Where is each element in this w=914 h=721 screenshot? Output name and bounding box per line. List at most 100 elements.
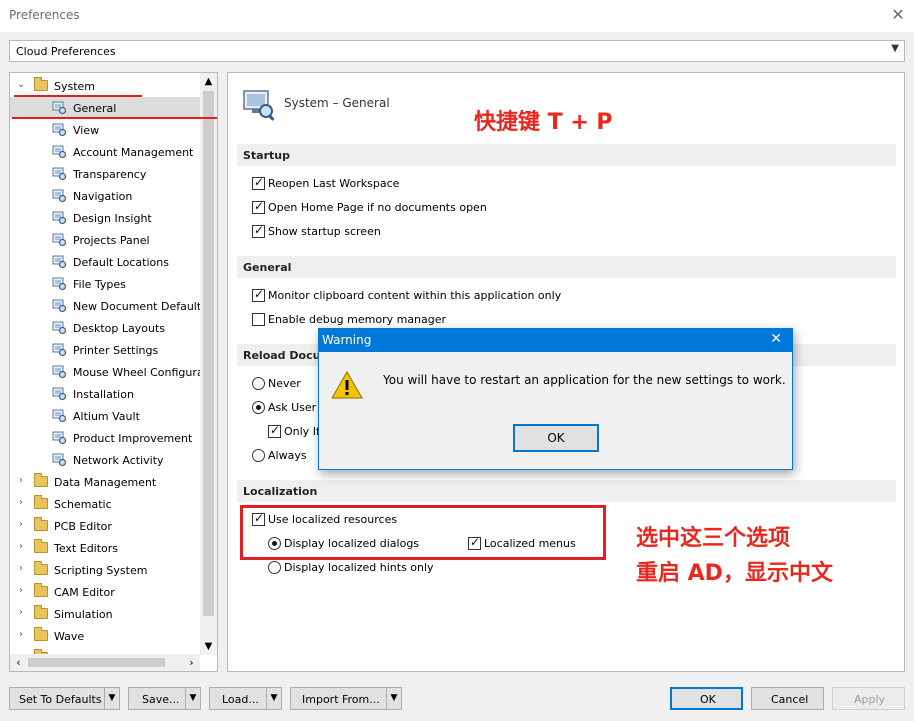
radio-circle[interactable] — [252, 401, 265, 414]
chevron-right-icon[interactable]: › — [16, 607, 26, 618]
checkbox-box[interactable] — [252, 199, 265, 214]
preferences-page-icon — [52, 123, 67, 137]
chevron-down-icon[interactable]: ▼ — [104, 688, 119, 709]
preferences-profile-select[interactable]: Cloud Preferences ▼ — [9, 40, 905, 62]
tree-item-transparency[interactable]: Transparency — [10, 163, 200, 185]
tree-item-text-editors[interactable]: › Text Editors — [10, 537, 200, 559]
warning-title-bar: Warning ✕ — [319, 329, 792, 352]
annotation-instruction-line2: 重启 AD，显示中文 — [636, 561, 833, 586]
preferences-page-icon — [52, 145, 67, 159]
preferences-page-icon — [52, 233, 67, 247]
section-startup: Startup — [237, 144, 896, 166]
tree-item-cam-editor[interactable]: › CAM Editor — [10, 581, 200, 603]
window-title: Preferences — [9, 8, 80, 22]
close-icon[interactable]: ✕ — [770, 331, 782, 347]
folder-icon — [34, 495, 48, 509]
preferences-page-icon — [52, 167, 67, 181]
tree-item-view[interactable]: View — [10, 119, 200, 141]
chevron-right-icon[interactable]: › — [16, 585, 26, 596]
preferences-page-icon — [52, 409, 67, 423]
checkbox-box[interactable] — [252, 223, 265, 238]
section-general: General — [237, 256, 896, 278]
cancel-button[interactable]: Cancel — [751, 687, 824, 710]
tree-item-default-locations[interactable]: Default Locations — [10, 251, 200, 273]
tree-item-mouse-wheel-configura[interactable]: Mouse Wheel Configura — [10, 361, 204, 383]
tree-horizontal-scrollbar[interactable]: ‹ › — [10, 654, 200, 671]
preferences-page-icon — [52, 211, 67, 225]
scroll-left-icon[interactable]: ‹ — [10, 654, 27, 671]
preferences-page-icon — [52, 321, 67, 335]
tree-item-altium-vault[interactable]: Altium Vault — [10, 405, 200, 427]
checkbox-box[interactable] — [268, 423, 281, 438]
folder-icon — [34, 561, 48, 575]
annotation-shortcut: 快捷键 T + P — [474, 110, 613, 135]
chevron-down-icon[interactable]: ▼ — [386, 688, 401, 709]
preferences-page-icon — [52, 277, 67, 291]
tree-item-account-management[interactable]: Account Management — [10, 141, 200, 163]
chevron-right-icon[interactable]: › — [16, 475, 26, 486]
title-bar: Preferences ✕ — [0, 0, 914, 32]
tree-item-schematic[interactable]: › Schematic — [10, 493, 200, 515]
tree-item-product-improvement[interactable]: Product Improvement — [10, 427, 200, 449]
warning-dialog: Warning ✕ You will have to restart an ap… — [318, 328, 793, 470]
set-to-defaults-button[interactable]: Set To Defaults ▼ — [9, 687, 120, 710]
scroll-thumb[interactable] — [203, 91, 214, 616]
ok-button[interactable]: OK — [670, 687, 743, 710]
scroll-down-icon[interactable]: ▼ — [200, 638, 217, 655]
preferences-page-icon — [52, 189, 67, 203]
profile-select-value: Cloud Preferences — [16, 45, 116, 58]
chevron-right-icon[interactable]: › — [16, 563, 26, 574]
scroll-thumb-horizontal[interactable] — [28, 658, 165, 667]
save-button[interactable]: Save... ▼ — [128, 687, 201, 710]
folder-icon — [34, 539, 48, 553]
folder-icon — [34, 583, 48, 597]
preferences-page-icon — [52, 365, 67, 379]
tree-item-navigation[interactable]: Navigation — [10, 185, 200, 207]
chevron-down-icon[interactable]: ⌄ — [16, 79, 26, 90]
chevron-down-icon[interactable]: ▼ — [185, 688, 200, 709]
tree-item-wave[interactable]: › Wave — [10, 625, 200, 647]
tree-item-installation[interactable]: Installation — [10, 383, 200, 405]
chevron-right-icon[interactable]: › — [16, 497, 26, 508]
apply-button[interactable]: Apply — [832, 687, 905, 710]
tree-item-system[interactable]: ⌄ System — [10, 75, 200, 97]
tree-item-pcb-editor[interactable]: › PCB Editor — [10, 515, 200, 537]
tree-item-desktop-layouts[interactable]: Desktop Layouts — [10, 317, 200, 339]
annotation-highlight-box — [240, 505, 606, 560]
radio-circle[interactable] — [252, 377, 265, 390]
chevron-down-icon[interactable]: ▼ — [266, 688, 281, 709]
warning-title: Warning — [322, 333, 372, 347]
warning-ok-button[interactable]: OK — [513, 424, 599, 452]
chevron-right-icon[interactable]: › — [16, 519, 26, 530]
checkbox-box[interactable] — [252, 313, 265, 326]
checkbox-box[interactable] — [252, 175, 265, 190]
tree-vertical-scrollbar[interactable]: ▲ ▼ — [200, 73, 217, 655]
tree-item-general[interactable]: General — [10, 97, 200, 119]
import-from-button[interactable]: Import From... ▼ — [290, 687, 402, 710]
chevron-right-icon[interactable]: › — [16, 629, 26, 640]
system-preferences-icon — [243, 90, 275, 121]
tree-item-data-management[interactable]: › Data Management — [10, 471, 200, 493]
tree-item-simulation[interactable]: › Simulation — [10, 603, 200, 625]
tree-item-projects-panel[interactable]: Projects Panel — [10, 229, 200, 251]
checkbox-box[interactable] — [252, 287, 265, 302]
chevron-right-icon[interactable]: › — [16, 541, 26, 552]
tree-item-file-types[interactable]: File Types — [10, 273, 200, 295]
tree-item-printer-settings[interactable]: Printer Settings — [10, 339, 200, 361]
folder-icon — [34, 627, 48, 641]
tree-item-design-insight[interactable]: Design Insight — [10, 207, 200, 229]
preferences-tree[interactable]: ⌄ System General View Account Management Tran… — [9, 72, 218, 672]
annotation-underline — [12, 117, 217, 119]
scroll-up-icon[interactable]: ▲ — [200, 73, 217, 90]
radio-circle[interactable] — [268, 561, 281, 574]
tree-item-scripting-system[interactable]: › Scripting System — [10, 559, 200, 581]
preferences-page-icon — [52, 343, 67, 357]
preferences-page-icon — [52, 431, 67, 445]
radio-circle[interactable] — [252, 449, 265, 462]
close-icon[interactable]: ✕ — [888, 5, 908, 25]
tree-item-new-document-defaults[interactable]: New Document Defaults — [10, 295, 207, 317]
preferences-page-icon — [52, 255, 67, 269]
load-button[interactable]: Load... ▼ — [209, 687, 282, 710]
tree-item-network-activity[interactable]: Network Activity — [10, 449, 200, 471]
scroll-right-icon[interactable]: › — [183, 654, 200, 671]
